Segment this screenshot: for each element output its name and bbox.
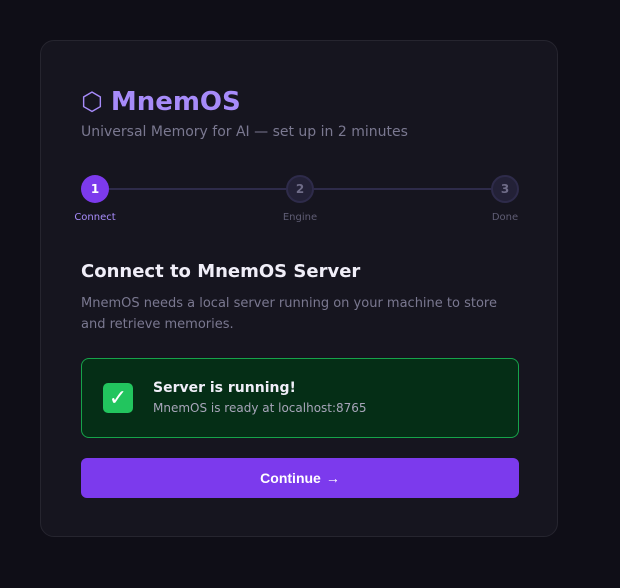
section-title: Connect to MnemOS Server [81, 261, 361, 282]
step-1-label: Connect [74, 212, 116, 223]
hexagon-icon: ⬡ [81, 87, 103, 116]
step-2-indicator: 2 [286, 175, 314, 203]
arrow-right-icon: → [325, 470, 340, 486]
continue-label: Continue [260, 470, 321, 486]
check-icon: ✓ [103, 383, 133, 413]
brand-header: ⬡ MnemOS [81, 85, 241, 119]
setup-stepper: 1 Connect 2 Engine 3 Done [74, 175, 519, 225]
step-connector [314, 188, 491, 190]
app-name: MnemOS [110, 87, 241, 117]
tagline: Universal Memory for AI — set up in 2 mi… [81, 124, 408, 140]
step-connector [109, 188, 286, 190]
server-status-box: ✓ Server is running! MnemOS is ready at … [81, 358, 519, 438]
step-1-indicator: 1 [81, 175, 109, 203]
status-title: Server is running! [153, 380, 296, 396]
continue-button[interactable]: Continue → [81, 458, 519, 498]
step-3-indicator: 3 [491, 175, 519, 203]
status-detail: MnemOS is ready at localhost:8765 [153, 401, 367, 415]
section-description: MnemOS needs a local server running on y… [81, 296, 497, 332]
step-3-label: Done [491, 212, 519, 223]
setup-card: ⬡ MnemOS Universal Memory for AI — set u… [40, 40, 558, 537]
step-2-label: Engine [282, 212, 318, 223]
